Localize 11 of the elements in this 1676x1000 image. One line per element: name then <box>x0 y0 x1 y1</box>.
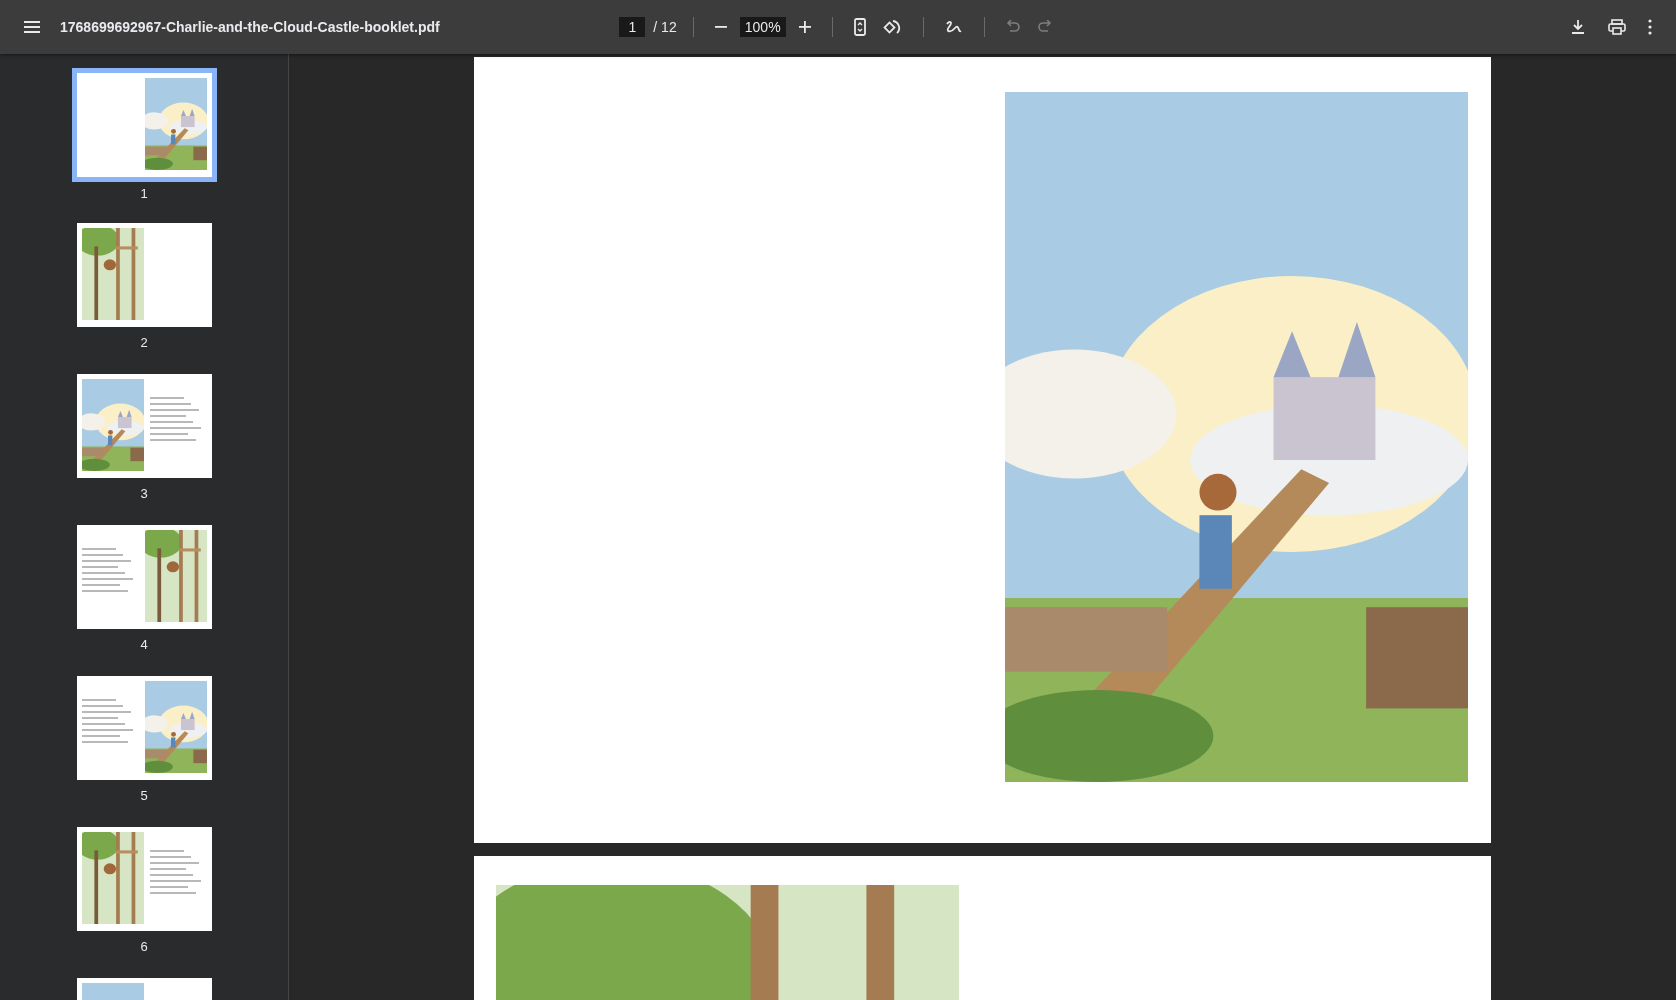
page-count: / 12 <box>653 19 677 35</box>
page-number-label: 5 <box>140 788 148 803</box>
page-number-label: 3 <box>140 486 148 501</box>
page-number-label: 1 <box>140 186 148 201</box>
page-number-field[interactable]: 1 <box>619 17 646 37</box>
page-number-label: 2 <box>140 335 148 350</box>
zoom-field[interactable]: 100% <box>739 17 786 37</box>
page-thumbnail[interactable] <box>71 68 217 182</box>
page-number-label: 6 <box>140 939 148 954</box>
file-name: 1768699692967-Charlie-and-the-Cloud-Castle-booklet.pdf <box>60 19 440 35</box>
page-number-label: 4 <box>140 637 148 652</box>
